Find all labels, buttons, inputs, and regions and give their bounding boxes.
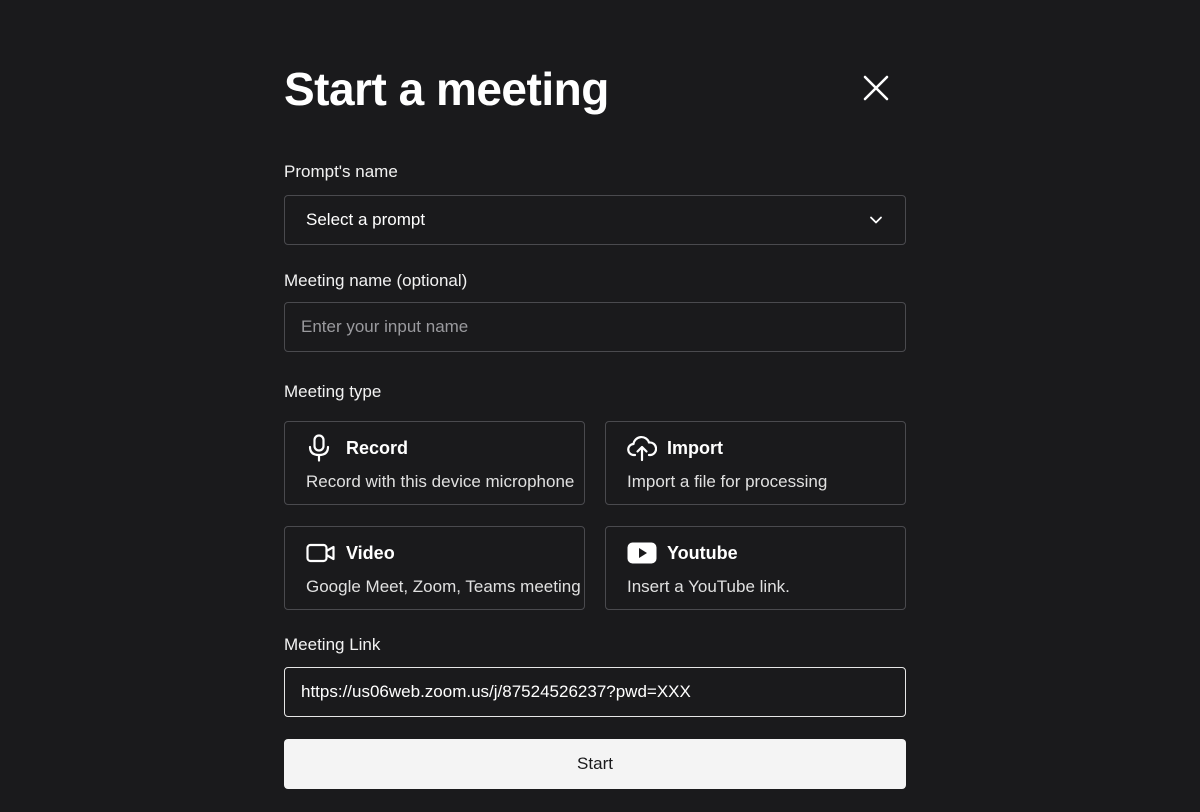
meeting-type-import[interactable]: Import Import a file for processing: [605, 421, 906, 505]
prompt-select[interactable]: Select a prompt: [284, 195, 906, 245]
record-card-title: Record: [346, 437, 409, 458]
meeting-link-field-box: [284, 667, 906, 717]
video-card-description: Google Meet, Zoom, Teams meeting: [306, 577, 581, 596]
meeting-link-label: Meeting Link: [284, 635, 381, 654]
prompt-name-label: Prompt's name: [284, 162, 398, 181]
microphone-icon: [306, 434, 336, 462]
import-card-description: Import a file for processing: [627, 472, 828, 491]
close-button[interactable]: [858, 70, 894, 106]
youtube-card-description: Insert a YouTube link.: [627, 577, 790, 596]
youtube-icon: [627, 539, 657, 567]
video-card-header: Video: [306, 539, 395, 567]
record-card-header: Record: [306, 434, 408, 462]
meeting-type-record[interactable]: Record Record with this device microphon…: [284, 421, 585, 505]
modal-title: Start a meeting: [284, 63, 609, 115]
youtube-card-title: Youtube: [667, 542, 738, 563]
meeting-name-label: Meeting name (optional): [284, 271, 468, 290]
cloud-upload-icon: [627, 434, 657, 462]
meeting-name-input[interactable]: [285, 303, 905, 351]
video-card-title: Video: [346, 542, 395, 563]
close-icon: [863, 75, 889, 101]
start-button[interactable]: Start: [284, 739, 906, 789]
meeting-type-video[interactable]: Video Google Meet, Zoom, Teams meeting: [284, 526, 585, 610]
meeting-type-label: Meeting type: [284, 382, 382, 401]
meeting-name-field-box: [284, 302, 906, 352]
import-card-title: Import: [667, 437, 723, 458]
meeting-type-youtube[interactable]: Youtube Insert a YouTube link.: [605, 526, 906, 610]
meeting-link-input[interactable]: [285, 668, 905, 716]
chevron-down-icon: [870, 216, 882, 224]
youtube-card-header: Youtube: [627, 539, 738, 567]
video-camera-icon: [306, 539, 336, 567]
prompt-select-value: Select a prompt: [306, 210, 426, 229]
import-card-header: Import: [627, 434, 723, 462]
start-meeting-modal: Start a meeting Prompt's name Select a p…: [284, 0, 906, 812]
record-card-description: Record with this device microphone: [306, 472, 575, 491]
